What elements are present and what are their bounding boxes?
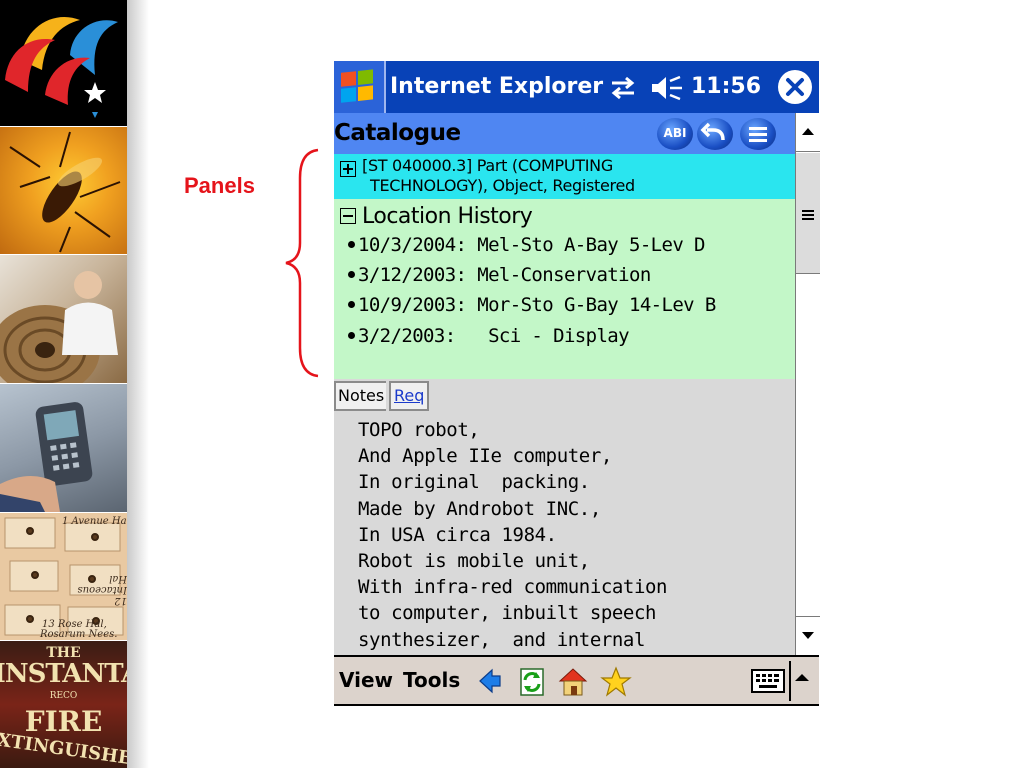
start-button[interactable] <box>334 61 386 113</box>
home-icon[interactable] <box>557 666 589 698</box>
postcard-text: 12 Intaceous Hal <box>77 573 127 606</box>
up-arrow-icon <box>802 128 814 135</box>
amber-insect-photo <box>0 127 127 254</box>
notes-tabs: Notes Req <box>334 379 795 411</box>
view-menu[interactable]: View <box>339 668 393 692</box>
strip-shadow <box>127 0 149 768</box>
refresh-icon[interactable] <box>515 666 549 698</box>
postcard-text: 1 Avenue Ha <box>62 516 127 527</box>
undo-arrow-icon <box>700 122 725 141</box>
abi-button-label: ABI <box>663 126 687 140</box>
collapse-icon[interactable] <box>340 208 356 224</box>
postcard-text: Rosarum Nees. <box>40 629 118 640</box>
expand-icon[interactable] <box>340 161 356 177</box>
location-history-title: Location History <box>362 204 533 229</box>
pocket-pc-screen: Internet Explorer 11:56 Catalogue ABI [S… <box>334 61 820 706</box>
page-title: Catalogue <box>334 120 461 146</box>
scroll-down-button[interactable] <box>796 616 820 655</box>
handheld-device-photo <box>0 384 127 512</box>
basket-photo <box>0 255 127 383</box>
down-arrow-icon <box>802 632 814 639</box>
scroll-thumb[interactable] <box>796 153 820 274</box>
vertical-scrollbar[interactable] <box>795 113 820 655</box>
pinned-specimens-photo: 1 Avenue Ha 12 Intaceous Hal 13 Rose Hal… <box>0 513 127 640</box>
windows-start-icon <box>341 69 373 103</box>
menu-bar: View Tools <box>334 655 819 706</box>
close-button[interactable] <box>778 70 812 104</box>
menu-button[interactable] <box>740 118 776 150</box>
clock: 11:56 <box>691 74 762 99</box>
notes-text: TOPO robot, And Apple IIe computer, In ori… <box>358 419 668 651</box>
catalogue-header: Catalogue ABI <box>334 113 795 154</box>
logo-tile <box>0 0 127 126</box>
photo-strip: 1 Avenue Ha 12 Intaceous Hal 13 Rose Hal… <box>0 0 127 768</box>
museum-logo <box>5 16 118 118</box>
menu-separator <box>789 661 791 701</box>
browser-content: Catalogue ABI [ST 040000.3] Part (COMPUT… <box>334 113 795 655</box>
tab-notes[interactable]: Notes <box>334 381 387 411</box>
tin-text: INSTANTA <box>0 659 127 689</box>
location-history-panel[interactable]: Location History 10/3/2004: Mel-Sto A-Ba… <box>334 199 795 379</box>
keyboard-icon[interactable] <box>751 669 785 693</box>
part-panel[interactable]: [ST 040000.3] Part (COMPUTING TECHNOLOGY… <box>334 154 795 199</box>
connectivity-icon[interactable] <box>608 75 638 101</box>
tin-text: RECO <box>49 691 78 701</box>
title-bar: Internet Explorer 11:56 <box>334 61 819 113</box>
location-item: 3/2/2003: Sci - Display <box>348 325 630 347</box>
panels-annotation-label: Panels <box>184 173 255 198</box>
favorites-star-icon[interactable] <box>600 666 632 698</box>
back-arrow-icon[interactable] <box>477 666 503 696</box>
part-line-2: TECHNOLOGY), Object, Registered <box>370 176 635 195</box>
back-button[interactable] <box>697 118 733 150</box>
speaker-icon[interactable] <box>650 75 686 101</box>
close-icon <box>786 78 804 96</box>
fire-extinguisher-tin-photo: THE INSTANTA RECO FIRE EXTINGUISHER <box>0 641 127 768</box>
location-item: 10/3/2004: Mel-Sto A-Bay 5-Lev D <box>348 234 705 256</box>
scroll-up-button[interactable] <box>796 113 820 152</box>
panels-brace <box>285 148 319 378</box>
abi-button[interactable]: ABI <box>657 118 693 150</box>
app-title: Internet Explorer <box>390 74 604 99</box>
sip-up-arrow-icon[interactable] <box>793 671 811 685</box>
location-item: 10/9/2003: Mor-Sto G-Bay 14-Lev B <box>348 294 716 316</box>
part-line-1: [ST 040000.3] Part (COMPUTING <box>362 156 613 175</box>
grip-icon <box>802 210 814 222</box>
list-menu-icon <box>749 127 767 142</box>
location-item: 3/12/2003: Mel-Conservation <box>348 264 651 286</box>
tools-menu[interactable]: Tools <box>403 668 460 692</box>
tab-req[interactable]: Req <box>389 381 430 411</box>
